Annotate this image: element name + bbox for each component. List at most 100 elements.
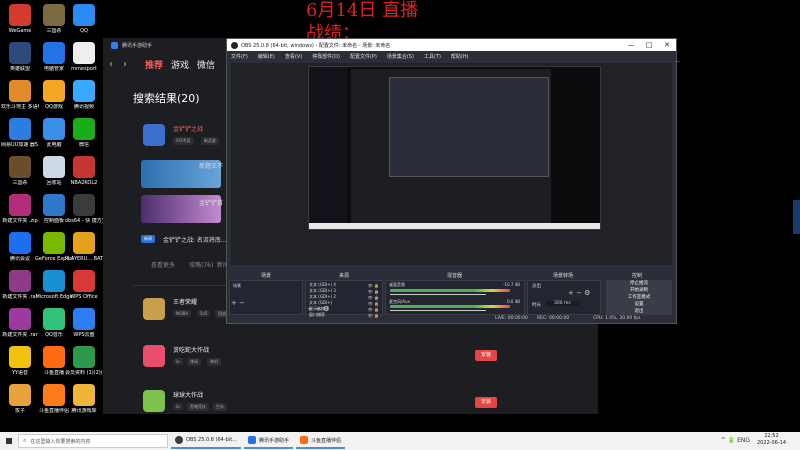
visibility-lock-icon[interactable]: 👁 🔒 xyxy=(368,283,379,288)
game-title[interactable]: 贪吃蛇大作战 xyxy=(173,345,209,354)
news-title[interactable]: 新题王不 xyxy=(199,161,223,170)
maximize-button[interactable]: □ xyxy=(640,41,658,49)
game-icon[interactable] xyxy=(143,124,165,146)
close-button[interactable]: ✕ xyxy=(658,41,676,49)
control-button[interactable]: 停止推流 xyxy=(606,280,672,287)
desktop-icon[interactable]: WeGame xyxy=(2,4,38,34)
desktop-icon-label: 电脑管家 xyxy=(43,66,64,72)
system-tray[interactable]: ^ 🔋 ENG xyxy=(721,437,750,444)
menu-view[interactable]: 查看(V) xyxy=(285,53,302,60)
desktop-icon[interactable]: QQ xyxy=(66,4,102,34)
desktop-icon[interactable]: PLAYERU... BATTLEGR... xyxy=(65,232,103,262)
duration-label: 时长 xyxy=(532,303,541,308)
start-button[interactable] xyxy=(0,432,18,450)
visibility-lock-icon[interactable]: 👁 🔒 xyxy=(368,289,379,294)
obs-preview-canvas[interactable] xyxy=(308,66,601,230)
game-title[interactable]: 金铲铲之战 xyxy=(173,124,203,133)
desktop-icon[interactable]: 新建文件夹 .rar xyxy=(2,270,38,300)
minimize-button[interactable]: — xyxy=(622,41,640,49)
taskbar-app-obs[interactable]: OBS 25.0.8 (64-bit... xyxy=(171,433,241,449)
desktop-icon[interactable]: 会员资料 (1)(2)(1) xyxy=(65,346,103,376)
game-tag: 休闲 xyxy=(187,358,201,366)
transition-type[interactable]: 淡出 xyxy=(532,283,541,289)
news-link[interactable]: 金铲铲之战: 名流将南... xyxy=(163,235,227,244)
forward-arrow-icon[interactable]: › xyxy=(123,59,137,70)
install-button[interactable]: 安装 xyxy=(475,350,497,361)
app-icon xyxy=(73,4,95,26)
desktop-icon[interactable]: 网易UU加速 器5.0 xyxy=(1,118,39,148)
obs-titlebar: OBS 25.0.8 (64-bit, windows) - 配置文件: 未命名… xyxy=(227,39,676,51)
volume-slider[interactable] xyxy=(390,294,486,295)
back-arrow-icon[interactable]: ‹ xyxy=(109,59,123,70)
menu-edit[interactable]: 编辑(E) xyxy=(258,53,275,60)
see-more-link[interactable]: 查看更多 xyxy=(151,260,175,269)
desktop-icon[interactable]: mmesport xyxy=(66,42,102,72)
app-icon xyxy=(43,232,65,254)
taskbar: ⌕ 在这里输入你要搜索的内容 OBS 25.0.8 (64-bit... 腾讯手… xyxy=(0,432,800,450)
desktop-icon[interactable]: 三国杀 xyxy=(2,156,38,186)
app-icon xyxy=(43,156,65,178)
desktop-icon[interactable]: YY语音 xyxy=(2,346,38,376)
menu-tools[interactable]: 工具(T) xyxy=(424,53,441,60)
taskbar-clock[interactable]: 22:52 2022-06-14 xyxy=(757,433,786,447)
desktop-icon[interactable]: obs64 - 快 捷方式 xyxy=(65,194,103,224)
taskbar-app-tencent[interactable]: 腾讯手游助手 xyxy=(243,433,293,449)
visibility-lock-icon[interactable]: 👁 🔒 xyxy=(368,295,379,300)
visibility-lock-icon[interactable]: 👁 🔒 xyxy=(368,301,379,306)
scene-item[interactable]: 场景 xyxy=(230,283,302,289)
live-time: LIVE: 00:00:00 xyxy=(495,316,528,321)
taskbar-app-label: 斗鱼直播伴侣 xyxy=(310,437,341,444)
control-button[interactable]: 退出 xyxy=(606,308,672,315)
control-button[interactable]: 工作室模式 xyxy=(606,294,672,301)
app-icon xyxy=(9,118,31,140)
desktop-icon-label: PLAYERU... BATTLEGR... xyxy=(65,256,103,262)
scenes-dock-title: 场景 xyxy=(261,273,272,279)
more-tag[interactable]: 攻略(76) xyxy=(189,260,213,269)
volume-slider[interactable] xyxy=(390,310,486,311)
taskbar-app-douyu[interactable]: 斗鱼直播伴侣 xyxy=(295,433,345,449)
visibility-lock-icon[interactable]: 👁 🔒 xyxy=(368,307,379,312)
app-icon xyxy=(43,346,65,368)
news-title[interactable]: 金铲铲首 xyxy=(199,198,223,207)
menu-profile[interactable]: 配置文件(P) xyxy=(350,53,377,60)
menu-scene-collection[interactable]: 场景集合(S) xyxy=(387,53,414,60)
tab-recommend[interactable]: 推荐 xyxy=(145,58,163,71)
menu-docks[interactable]: 停靠部件(D) xyxy=(312,53,340,60)
desktop-icon[interactable]: WPS云盘 xyxy=(66,308,102,338)
desktop-icon[interactable]: WPS Office xyxy=(66,270,102,300)
add-transition-button[interactable]: + − ⚙ xyxy=(568,289,590,297)
duration-input[interactable]: 300 ms xyxy=(546,301,579,306)
menu-file[interactable]: 文件(F) xyxy=(231,53,248,60)
obs-preview-area[interactable] xyxy=(231,63,672,265)
taskbar-search[interactable]: ⌕ 在这里输入你要搜索的内容 xyxy=(18,434,168,448)
transitions-panel: 淡出 + − ⚙ 时长 300 ms xyxy=(527,280,601,315)
control-button[interactable]: 开始录制 xyxy=(606,287,672,294)
desktop-icon[interactable]: 腾讯会议 xyxy=(2,232,38,262)
app-icon xyxy=(73,308,95,330)
desktop-icon-label: 玫子 xyxy=(14,408,25,414)
desktop-icon[interactable]: NBA2KOL2 xyxy=(66,156,102,186)
game-title[interactable]: 王者荣耀 xyxy=(173,297,197,306)
desktop-icon[interactable]: 腾讯视频 xyxy=(66,80,102,110)
install-button[interactable]: 安装 xyxy=(475,397,497,408)
desktop-icon[interactable]: 新建文件夹 .rar xyxy=(2,308,38,338)
controls-dock-title: 控制 xyxy=(632,273,643,279)
desktop-icon[interactable]: 玫子 xyxy=(2,384,38,414)
add-source-button[interactable]: + − ⚙ xyxy=(307,305,329,313)
mixer-track-db: 0.0 dB xyxy=(507,299,520,304)
tab-games[interactable]: 游戏 xyxy=(171,58,189,71)
add-scene-button[interactable]: + − xyxy=(231,299,245,307)
menu-help[interactable]: 帮助(H) xyxy=(451,53,469,60)
game-icon[interactable] xyxy=(143,298,165,320)
game-icon[interactable] xyxy=(143,390,165,412)
tab-wechat[interactable]: 微信 xyxy=(197,58,215,71)
control-button[interactable]: 设置 xyxy=(606,301,672,308)
desktop-icon[interactable]: 新建文件夹 .zip xyxy=(2,194,38,224)
desktop-icon[interactable]: 微信 xyxy=(66,118,102,148)
desktop-icon[interactable]: 英雄联盟 xyxy=(2,42,38,72)
desktop-icon[interactable]: 腾讯游戏库 xyxy=(66,384,102,414)
game-icon[interactable] xyxy=(143,345,165,367)
desktop-icon[interactable]: 欢乐斗地主 多语电脑版 xyxy=(1,80,39,110)
game-title[interactable]: 球球大作战 xyxy=(173,390,203,399)
app-icon xyxy=(73,346,95,368)
